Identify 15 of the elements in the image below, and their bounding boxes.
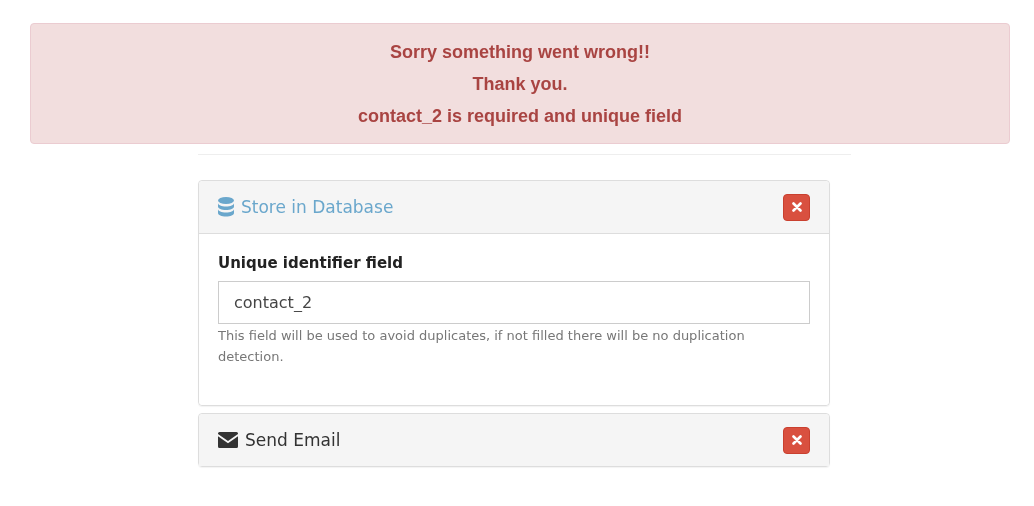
close-icon <box>791 435 802 445</box>
field-label: Unique identifier field <box>218 254 404 272</box>
database-icon <box>218 197 234 217</box>
close-button[interactable] <box>783 193 810 221</box>
alert-message: contact_2 is required and unique field <box>356 105 684 127</box>
close-button[interactable] <box>783 426 810 454</box>
alert-message: Sorry something went wrong!! <box>389 41 651 63</box>
alert-message: Thank you. <box>471 73 569 95</box>
panel-header[interactable]: Send Email <box>199 414 829 466</box>
close-icon <box>791 202 802 212</box>
panel-title: Send Email <box>245 430 341 450</box>
input-field[interactable]: contact_2 <box>218 281 810 324</box>
panel-title: Store in Database <box>241 197 394 217</box>
help-text: This field will be used to avoid duplicates, if not filled there will be no duplication detection. <box>218 327 746 366</box>
envelope-icon <box>218 432 238 448</box>
